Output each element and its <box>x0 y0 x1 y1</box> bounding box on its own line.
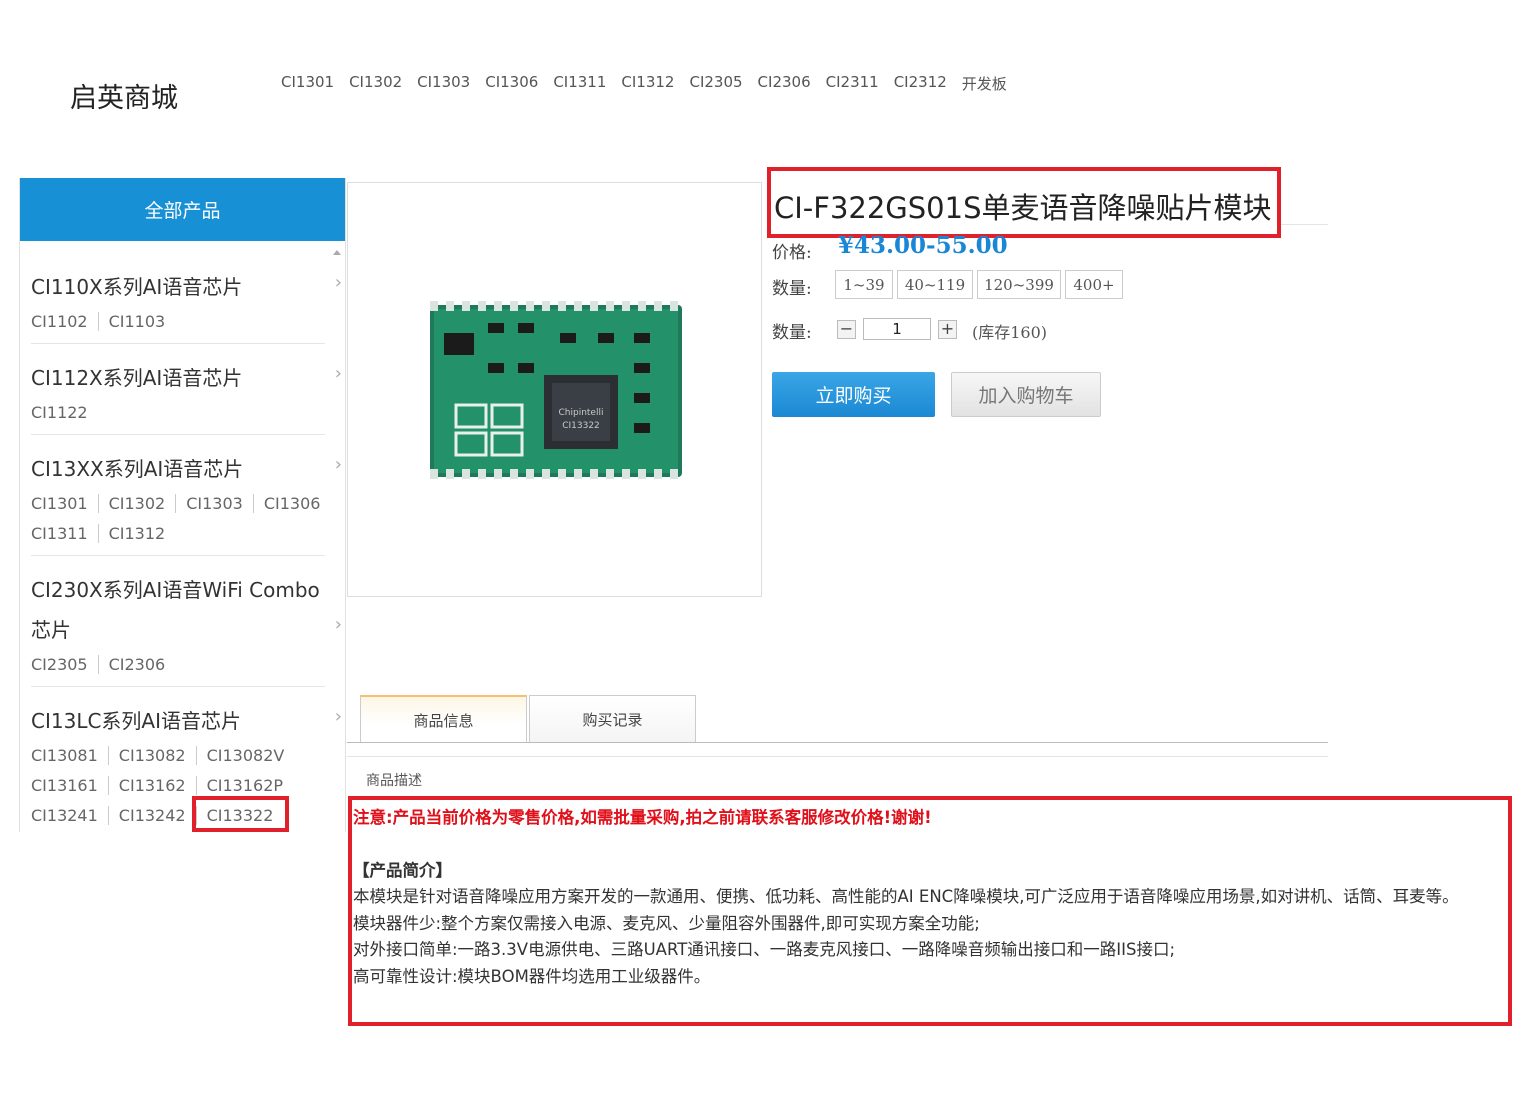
product-image[interactable]: Chipintelli CI13322 <box>347 182 762 597</box>
chevron-right-icon[interactable]: › <box>335 706 342 727</box>
category-link[interactable]: CI13242 <box>107 806 196 825</box>
category-link[interactable]: CI1103 <box>97 312 176 331</box>
nav-item[interactable]: CI2311 <box>826 73 879 94</box>
tab-divider <box>347 742 1328 743</box>
sidebar-header[interactable]: 全部产品 <box>20 178 345 241</box>
category-link[interactable]: CI13082 <box>107 746 196 765</box>
category-title[interactable]: CI110X系列AI语音芯片 <box>31 271 242 300</box>
divider <box>347 756 1328 757</box>
scroll-up-icon[interactable] <box>333 250 341 255</box>
highlight-box <box>192 796 289 832</box>
buy-now-button[interactable]: 立即购买 <box>772 372 935 417</box>
qty-tier-option[interactable]: 400+ <box>1065 270 1123 299</box>
nav-item[interactable]: CI1312 <box>621 73 674 94</box>
chevron-right-icon[interactable]: › <box>335 454 342 475</box>
stock-count: (库存160) <box>972 323 1048 342</box>
category-link[interactable]: CI1311 <box>31 524 98 543</box>
category-link[interactable]: CI13162P <box>195 776 293 795</box>
description-paragraph: 模块器件少:整个方案仅需接入电源、麦克风、少量阻容外围器件,即可实现方案全功能; <box>353 913 980 933</box>
category-divider <box>31 555 325 556</box>
category-link[interactable]: CI13082V <box>195 746 295 765</box>
category-links: CI1122 <box>31 403 98 422</box>
product-description: 注意:产品当前价格为零售价格,如需批量采购,拍之前请联系客服修改价格!谢谢! 【… <box>353 805 1509 990</box>
nav-item[interactable]: CI2312 <box>894 73 947 94</box>
category-link[interactable]: CI1312 <box>97 524 176 543</box>
category-divider <box>31 434 325 435</box>
category-link[interactable]: CI1303 <box>175 494 253 513</box>
description-paragraph: 高可靠性设计:模块BOM器件均选用工业级器件。 <box>353 966 711 986</box>
category-link[interactable]: CI1302 <box>97 494 176 513</box>
svg-text:CI13322: CI13322 <box>562 421 600 431</box>
category-link[interactable]: CI2306 <box>97 655 176 674</box>
category-links: CI1301 CI1302 CI1303 CI1306 <box>31 494 330 513</box>
nav-item[interactable]: CI1311 <box>553 73 606 94</box>
category-divider <box>31 686 325 687</box>
category-link[interactable]: CI13161 <box>31 776 108 795</box>
divider <box>1281 224 1328 225</box>
chevron-right-icon[interactable]: › <box>335 363 342 384</box>
nav-item[interactable]: CI2305 <box>689 73 742 94</box>
category-link[interactable]: CI1306 <box>252 494 331 513</box>
category-link[interactable]: CI13162 <box>107 776 196 795</box>
nav-item[interactable]: CI2306 <box>758 73 811 94</box>
category-links: CI1311 CI1312 <box>31 524 175 543</box>
category-links: CI2305 CI2306 <box>31 655 175 674</box>
qty-tier-option[interactable]: 120~399 <box>977 270 1061 299</box>
plus-icon[interactable]: + <box>938 320 957 339</box>
qty-tier-option[interactable]: 40~119 <box>897 270 973 299</box>
chevron-right-icon[interactable]: › <box>335 614 342 635</box>
category-link[interactable]: CI1102 <box>31 312 98 331</box>
price-value: ¥43.00-55.00 <box>838 232 1008 259</box>
category-sidebar: 全部产品 CI110X系列AI语音芯片 › CI1102 CI1103 CI11… <box>19 178 346 832</box>
category-title-cont[interactable]: 芯片 <box>31 614 71 643</box>
minus-icon[interactable]: − <box>837 320 856 339</box>
category-links: CI13161 CI13162 CI13162P <box>31 776 293 795</box>
category-link[interactable]: CI1301 <box>31 494 98 513</box>
nav-item[interactable]: CI1302 <box>349 73 402 94</box>
category-divider <box>31 343 325 344</box>
category-link[interactable]: CI2305 <box>31 655 98 674</box>
category-title[interactable]: CI13XX系列AI语音芯片 <box>31 453 243 482</box>
category-link[interactable]: CI13081 <box>31 746 108 765</box>
chevron-right-icon[interactable]: › <box>335 272 342 293</box>
module-board-image: Chipintelli CI13322 <box>430 301 682 479</box>
category-title[interactable]: CI230X系列AI语音WiFi Combo <box>31 574 320 603</box>
nav-item[interactable]: 开发板 <box>962 73 1007 94</box>
site-logo[interactable]: 启英商城 <box>70 76 178 115</box>
description-paragraph: 本模块是针对语音降噪应用方案开发的一款通用、便携、低功耗、高性能的AI ENC降… <box>353 887 1459 906</box>
nav-item[interactable]: CI1306 <box>485 73 538 94</box>
category-links: CI1102 CI1103 <box>31 312 175 331</box>
description-label: 商品描述 <box>366 773 422 789</box>
description-paragraph: 对外接口简单:一路3.3V电源供电、三路UART通讯接口、一路麦克风接口、一路降… <box>353 940 1176 959</box>
category-links: CI13081 CI13082 CI13082V <box>31 746 294 765</box>
category-link[interactable]: CI13241 <box>31 806 108 825</box>
tab-product-info[interactable]: 商品信息 <box>360 695 527 743</box>
category-link[interactable]: CI1122 <box>31 403 98 422</box>
top-nav: CI1301 CI1302 CI1303 CI1306 CI1311 CI131… <box>281 73 1007 94</box>
add-to-cart-button[interactable]: 加入购物车 <box>951 372 1101 417</box>
nav-item[interactable]: CI1303 <box>417 73 470 94</box>
category-title[interactable]: CI112X系列AI语音芯片 <box>31 362 242 391</box>
quantity-input[interactable]: 1 <box>863 318 931 340</box>
category-title[interactable]: CI13LC系列AI语音芯片 <box>31 705 241 734</box>
price-notice: 注意:产品当前价格为零售价格,如需批量采购,拍之前请联系客服修改价格!谢谢! <box>353 808 932 827</box>
nav-item[interactable]: CI1301 <box>281 73 334 94</box>
price-label: 价格: <box>772 243 812 263</box>
intro-heading: 【产品简介】 <box>353 860 452 880</box>
tier-label: 数量: <box>772 279 812 299</box>
qty-label: 数量: <box>772 323 812 343</box>
tab-purchase-records[interactable]: 购买记录 <box>529 695 696 743</box>
qty-tier-option[interactable]: 1~39 <box>835 270 893 299</box>
product-title: CI-F322GS01S单麦语音降噪贴片模块 <box>774 191 1272 225</box>
svg-text:Chipintelli: Chipintelli <box>559 408 604 418</box>
